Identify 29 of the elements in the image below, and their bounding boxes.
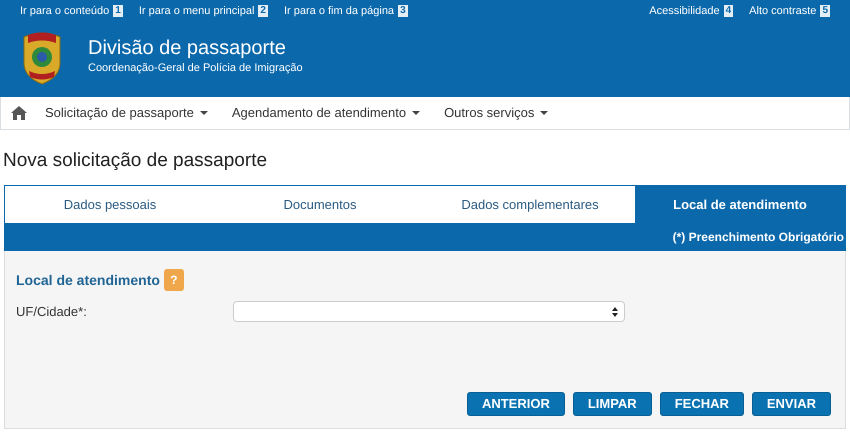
caret-icon <box>200 111 208 115</box>
nav-menu-item[interactable]: Agendamento de atendimento <box>232 103 420 123</box>
tab[interactable]: Local de atendimento <box>635 186 845 224</box>
form-button[interactable]: ENVIAR <box>752 392 831 416</box>
skip-link[interactable]: Ir para o conteúdo <box>20 3 110 20</box>
site-subtitle: Coordenação-Geral de Polícia de Imigração <box>88 61 303 76</box>
select-arrows-icon <box>612 306 618 317</box>
site-title: Divisão de passaporte <box>88 36 287 60</box>
skip-link[interactable]: Acessibilidade <box>649 3 720 20</box>
key-badge: 3 <box>398 5 408 18</box>
nav-menu-item[interactable]: Outros serviços <box>444 103 548 123</box>
skip-link[interactable]: Ir para o menu principal <box>138 3 254 20</box>
key-badge: 5 <box>820 5 830 18</box>
skip-link[interactable]: Alto contraste <box>749 3 816 20</box>
key-badge: 1 <box>113 5 123 18</box>
page-title: Nova solicitação de passaporte <box>3 150 268 173</box>
form-button[interactable]: FECHAR <box>660 392 744 416</box>
key-badge: 2 <box>258 5 268 18</box>
home-icon[interactable] <box>11 106 27 120</box>
caret-icon <box>412 111 420 115</box>
skip-link[interactable]: Ir para o fim da página <box>284 3 394 20</box>
form-button[interactable]: LIMPAR <box>572 392 652 416</box>
nav-menu-item[interactable]: Solicitação de passaporte <box>45 103 208 123</box>
key-badge: 4 <box>724 5 734 18</box>
caret-icon <box>540 111 548 115</box>
required-note: (*) Preenchimento Obrigatório <box>4 223 846 252</box>
section-title: Local de atendimento <box>16 270 160 290</box>
field-label: UF/Cidade*: <box>16 303 88 322</box>
form-button[interactable]: ANTERIOR <box>466 392 565 416</box>
